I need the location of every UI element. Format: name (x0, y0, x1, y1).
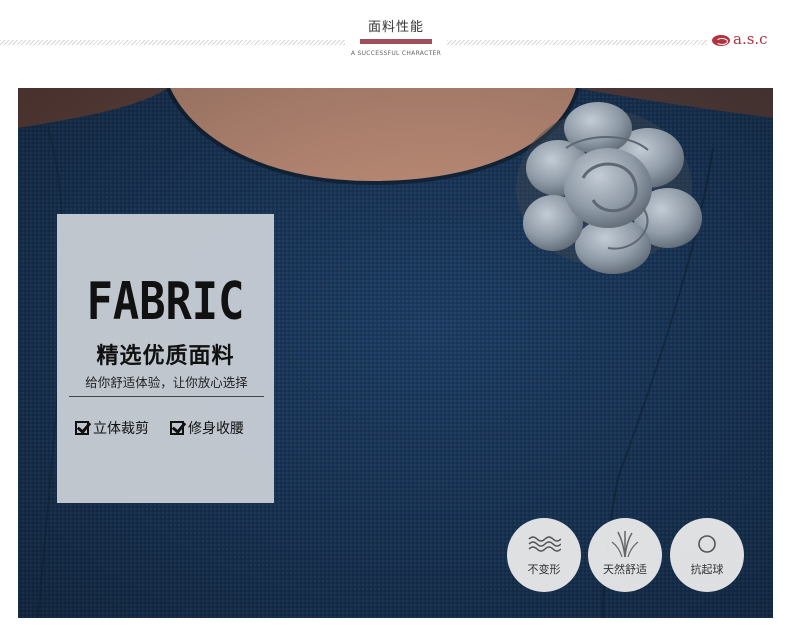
feature-item: 修身收腰 (170, 418, 244, 438)
header-divider-left (0, 40, 345, 45)
panel-subtitle: 给你舒适体验，让你放心选择 (85, 375, 248, 390)
title-underline (360, 39, 432, 44)
section-title: 面料性能 (367, 20, 424, 35)
circle-icon (670, 528, 744, 560)
header-divider-right (447, 40, 707, 45)
panel-title: 精选优质面料 (96, 344, 235, 369)
grass-icon (588, 528, 662, 560)
badge-label: 抗起球 (690, 563, 724, 576)
logo-text: a.s.c (733, 30, 768, 48)
feature-label: 立体裁剪 (93, 421, 149, 437)
checkbox-icon (170, 421, 184, 435)
checkbox-icon (75, 421, 89, 435)
badge-no-deform: 不变形 (507, 518, 581, 592)
logo-icon (712, 35, 730, 46)
feature-item: 立体裁剪 (75, 418, 149, 438)
badge-natural-comfort: 天然舒适 (588, 518, 662, 592)
badge-anti-pilling: 抗起球 (670, 518, 744, 592)
fabric-info-panel: FABRIC 精选优质面料 给你舒适体验，让你放心选择 立体裁剪 修身收腰 (57, 214, 274, 503)
badge-label: 天然舒适 (603, 563, 647, 576)
page-header: 面料性能 A SUCCESSFUL CHARACTER a.s.c (0, 0, 790, 90)
brand-logo[interactable]: a.s.c (712, 30, 782, 52)
badge-label: 不变形 (527, 563, 561, 576)
fabric-heading: FABRIC (86, 272, 245, 332)
panel-divider (69, 396, 264, 397)
feature-label: 修身收腰 (188, 421, 244, 437)
section-subtitle: A SUCCESSFUL CHARACTER (350, 50, 442, 57)
waves-icon (507, 528, 581, 560)
